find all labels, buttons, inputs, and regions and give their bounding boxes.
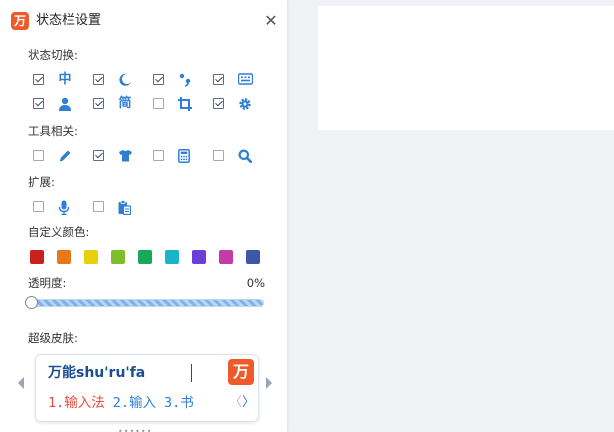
- color-swatch[interactable]: [219, 250, 233, 264]
- color-swatch[interactable]: [165, 250, 179, 264]
- status-toggle-label: 状态切换:: [28, 48, 78, 62]
- tools-label: 工具相关:: [28, 124, 78, 138]
- checkbox[interactable]: [33, 74, 44, 85]
- page-prev-icon[interactable]: 〈: [229, 395, 242, 410]
- candidate-2: 2.输入: [112, 395, 157, 411]
- checkbox[interactable]: [33, 201, 44, 212]
- tool-skin[interactable]: [93, 147, 149, 165]
- toggle-chinese-mode[interactable]: 中: [33, 71, 89, 89]
- gear-icon: [235, 95, 255, 113]
- chinese-mode-icon: 中: [58, 72, 72, 87]
- clipboard-icon: [115, 198, 135, 216]
- calculator-icon: [175, 147, 195, 165]
- color-swatch[interactable]: [30, 250, 44, 264]
- pencil-icon: [55, 147, 75, 165]
- checkbox[interactable]: [93, 150, 104, 161]
- checkbox[interactable]: [93, 201, 104, 212]
- user-icon: [55, 95, 75, 113]
- checkbox[interactable]: [33, 98, 44, 109]
- simplified-chinese-icon: 简: [118, 96, 132, 111]
- opacity-label: 透明度:: [28, 276, 67, 290]
- checkbox[interactable]: [213, 98, 224, 109]
- checkbox[interactable]: [153, 74, 164, 85]
- toggle-simplified-traditional[interactable]: 简: [93, 95, 149, 113]
- status-bar-settings-panel: 万 状态栏设置 ✕ 状态切换: 中 简 工具相关: 扩展: 自定义颜色: 透明度…: [0, 0, 287, 432]
- keyboard-icon: [235, 71, 255, 89]
- toggle-soft-keyboard[interactable]: [213, 71, 269, 89]
- close-icon[interactable]: ✕: [262, 12, 280, 30]
- custom-color-label: 自定义颜色:: [28, 225, 90, 239]
- extend-voice[interactable]: [33, 198, 89, 216]
- tool-calculator[interactable]: [153, 147, 209, 165]
- preview-composition-text: 万能shu'ru'fa: [48, 365, 146, 381]
- window-title: 状态栏设置: [36, 13, 102, 28]
- crop-icon: [175, 95, 195, 113]
- toggle-punctuation[interactable]: [153, 71, 209, 89]
- checkbox[interactable]: [33, 150, 44, 161]
- color-swatch[interactable]: [138, 250, 152, 264]
- checkbox[interactable]: [213, 74, 224, 85]
- checkbox[interactable]: [153, 150, 164, 161]
- skin-label: 超级皮肤:: [28, 331, 78, 345]
- punctuation-icon: [175, 71, 195, 89]
- background-area: [318, 6, 614, 130]
- checkbox[interactable]: [213, 150, 224, 161]
- tshirt-icon: [115, 147, 135, 165]
- toggle-screenshot[interactable]: [153, 95, 209, 113]
- candidate-list: 1.输入法 2.输入 3.书: [48, 393, 194, 413]
- search-icon: [235, 147, 255, 165]
- checkbox[interactable]: [93, 74, 104, 85]
- color-swatch[interactable]: [246, 250, 260, 264]
- title-bar: 万 状态栏设置 ✕: [0, 0, 287, 42]
- opacity-slider-thumb[interactable]: [25, 296, 38, 309]
- extend-label: 扩展:: [28, 175, 55, 189]
- candidate-3: 3.书: [164, 395, 194, 411]
- moon-icon: [115, 71, 135, 89]
- tool-handwriting[interactable]: [33, 147, 89, 165]
- color-swatch[interactable]: [192, 250, 206, 264]
- page-next-icon[interactable]: 〉: [242, 395, 255, 410]
- microphone-icon: [55, 198, 75, 216]
- toggle-settings[interactable]: [213, 95, 269, 113]
- app-logo-icon: 万: [11, 12, 29, 30]
- toggle-user-center[interactable]: [33, 95, 89, 113]
- toggle-full-half-width[interactable]: [93, 71, 149, 89]
- color-swatch[interactable]: [84, 250, 98, 264]
- preview-logo-icon: 万: [228, 359, 254, 385]
- extend-clipboard[interactable]: [93, 198, 149, 216]
- checkbox[interactable]: [93, 98, 104, 109]
- skin-prev-arrow-icon[interactable]: [18, 377, 24, 389]
- checkbox[interactable]: [153, 98, 164, 109]
- text-caret: [191, 364, 192, 382]
- tool-search[interactable]: [213, 147, 269, 165]
- candidate-1: 1.输入法: [48, 395, 105, 411]
- color-swatch[interactable]: [111, 250, 125, 264]
- opacity-value: 0%: [246, 276, 265, 290]
- color-swatch[interactable]: [57, 250, 71, 264]
- candidate-pager: 〈〉: [229, 395, 255, 411]
- opacity-slider-track[interactable]: [31, 299, 264, 307]
- skin-next-arrow-icon[interactable]: [266, 377, 272, 389]
- skin-preview[interactable]: 万能shu'ru'fa 万 1.输入法 2.输入 3.书 〈〉: [35, 354, 259, 422]
